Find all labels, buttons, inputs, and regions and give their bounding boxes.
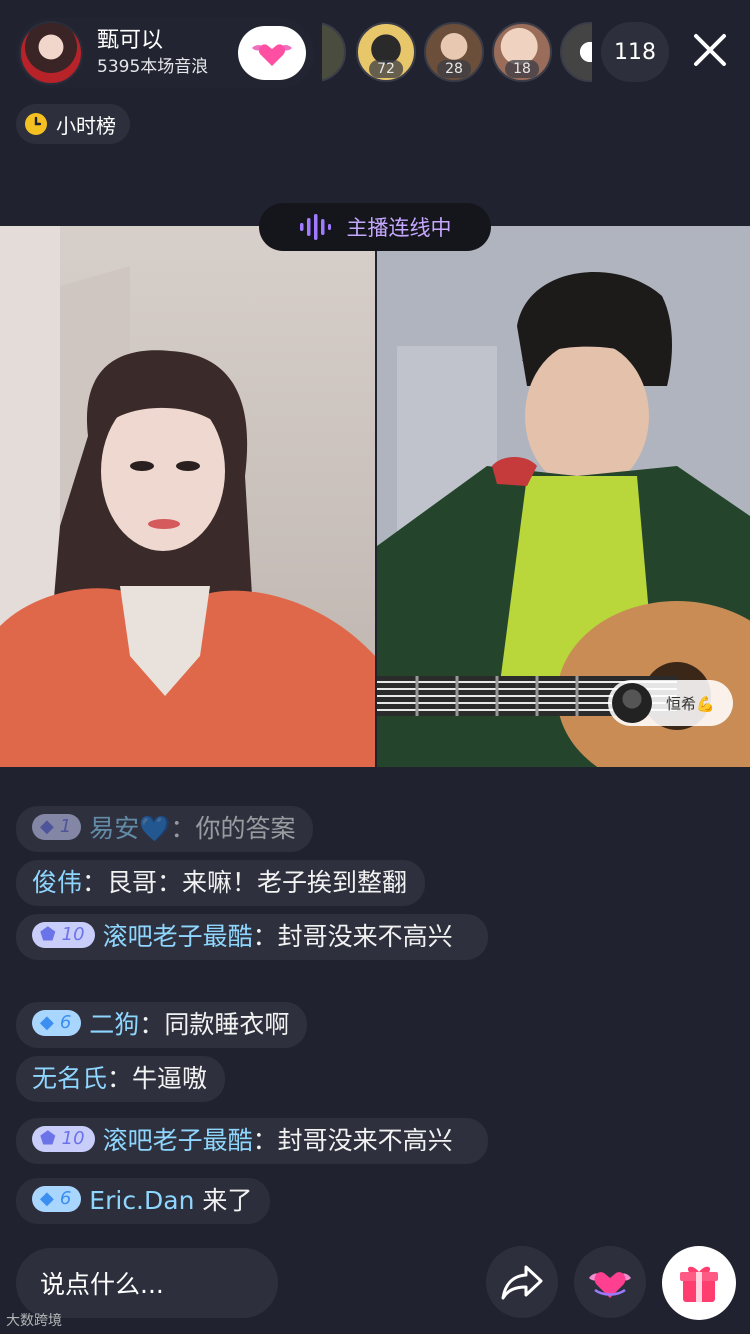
guest-name-tag[interactable]: 恒希💪 <box>608 680 733 726</box>
host-video-frame <box>0 226 375 767</box>
chat-username[interactable]: 滚吧老子最酷 <box>103 922 253 951</box>
host-name: 甄可以 <box>97 28 164 53</box>
chat-text: 你的答案 <box>195 814 296 843</box>
level-badge: ◆ 6 <box>32 1010 82 1036</box>
chat-message[interactable]: 俊伟：艮哥：来嘛！老子挨到整翻 <box>16 860 426 906</box>
sound-wave-icon <box>299 214 331 240</box>
watermark-text: 大数跨境 <box>6 1313 62 1329</box>
chat-username[interactable]: 二狗 <box>89 1010 139 1039</box>
share-button[interactable] <box>486 1246 558 1318</box>
host-stats: 5395本场音浪 <box>97 57 209 77</box>
level-badge: ◆ 1 <box>32 814 82 840</box>
chat-username[interactable]: Eric.Dan <box>89 1186 194 1215</box>
chat-message-faded: ◆ 1 易安💙：你的答案 <box>32 814 295 843</box>
chat-text: 牛逼嗷 <box>132 1064 208 1093</box>
close-button[interactable] <box>690 30 730 70</box>
share-icon <box>501 1265 543 1300</box>
diamond-icon: ◆ <box>40 1188 54 1209</box>
chat-username[interactable]: 易安💙 <box>89 814 170 843</box>
level-number: 10 <box>61 924 85 945</box>
level-number: 6 <box>59 1012 72 1033</box>
host-info-pill[interactable]: 甄可以 5395本场音浪 <box>16 18 314 88</box>
level-number: 1 <box>59 816 72 837</box>
chat-message[interactable]: 无名氏：牛逼嗷 <box>16 1056 226 1102</box>
diamond-icon: ⬟ <box>40 1128 56 1149</box>
hour-rank-button[interactable]: 小时榜 <box>16 104 130 144</box>
viewer-rank-badge: 28 <box>437 60 471 78</box>
viewer-avatar-list: 72 28 18 <box>322 20 592 86</box>
winged-heart-icon <box>252 44 292 66</box>
chat-text: 同款睡衣啊 <box>164 1010 290 1039</box>
link-status-badge: 主播连线中 <box>259 203 491 251</box>
host-video[interactable] <box>0 226 375 767</box>
viewer-count[interactable]: 118 <box>601 22 669 82</box>
chat-message[interactable]: ◆ 1 易安💙：你的答案 <box>16 806 314 852</box>
chat-username[interactable]: 滚吧老子最酷 <box>103 1126 253 1155</box>
chat-text: 封哥没来不高兴 <box>277 1126 453 1155</box>
link-status-text: 主播连线中 <box>346 216 452 240</box>
chat-username[interactable]: 无名氏 <box>32 1064 107 1093</box>
chat-separator: ： <box>139 1010 165 1039</box>
diamond-icon: ◆ <box>40 816 54 837</box>
close-icon <box>694 34 726 66</box>
chat-text: 来了 <box>202 1186 253 1215</box>
level-badge: ⬟ 10 <box>32 922 95 948</box>
gift-button[interactable] <box>662 1246 736 1320</box>
hour-rank-label: 小时榜 <box>56 113 116 138</box>
viewer-avatar[interactable] <box>322 22 346 82</box>
comment-input[interactable]: 说点什么... <box>16 1248 278 1318</box>
level-badge: ⬟ 10 <box>32 1126 95 1152</box>
chat-text: 艮哥：来嘛！老子挨到整翻 <box>107 868 408 897</box>
chat-separator: ： <box>252 922 278 951</box>
viewer-rank-badge: 18 <box>505 60 539 78</box>
chat-message[interactable]: ◆ 6 Eric.Dan 来了 <box>16 1178 271 1224</box>
viewer-avatar[interactable] <box>560 22 592 82</box>
guest-name: 恒希💪 <box>666 694 715 713</box>
watermark: 大数跨境 <box>6 1310 62 1330</box>
viewer-avatar[interactable]: 28 <box>424 22 484 82</box>
viewer-avatar[interactable]: 72 <box>356 22 416 82</box>
viewer-rank-badge: 72 <box>369 60 403 78</box>
chat-message[interactable]: ⬟ 10 滚吧老子最酷：封哥没来不高兴 <box>16 1118 488 1164</box>
like-button[interactable] <box>574 1246 646 1318</box>
diamond-icon: ⬟ <box>40 924 56 945</box>
chat-text: 封哥没来不高兴 <box>277 922 453 951</box>
host-info: 甄可以 5395本场音浪 <box>97 27 208 79</box>
clock-icon <box>25 113 47 135</box>
chat-message[interactable]: ◆ 6 二狗：同款睡衣啊 <box>16 1002 308 1048</box>
diamond-icon: ◆ <box>40 1012 54 1033</box>
gift-icon <box>680 1266 718 1302</box>
chat-separator: ： <box>82 868 108 897</box>
level-number: 10 <box>61 1128 85 1149</box>
chat-message[interactable]: ⬟ 10 滚吧老子最酷：封哥没来不高兴 <box>16 914 488 960</box>
guest-avatar <box>612 683 652 723</box>
winged-heart-icon <box>589 1272 631 1298</box>
viewer-avatar[interactable]: 18 <box>492 22 552 82</box>
follow-button[interactable] <box>238 26 306 80</box>
chat-username[interactable]: 俊伟 <box>32 868 82 897</box>
chat-separator: ： <box>170 814 196 843</box>
level-badge: ◆ 6 <box>32 1186 82 1212</box>
level-number: 6 <box>59 1188 72 1209</box>
chat-separator: ： <box>107 1064 133 1093</box>
chat-separator: ： <box>252 1126 278 1155</box>
host-avatar[interactable] <box>19 21 83 85</box>
